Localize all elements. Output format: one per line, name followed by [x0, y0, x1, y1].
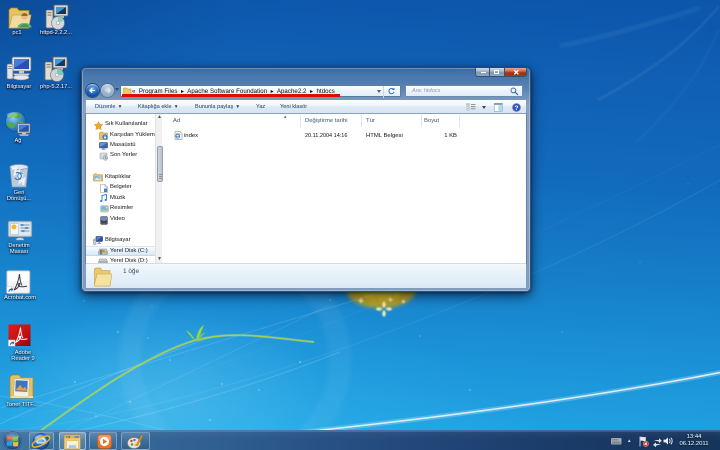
svg-text:?: ? [515, 104, 519, 111]
